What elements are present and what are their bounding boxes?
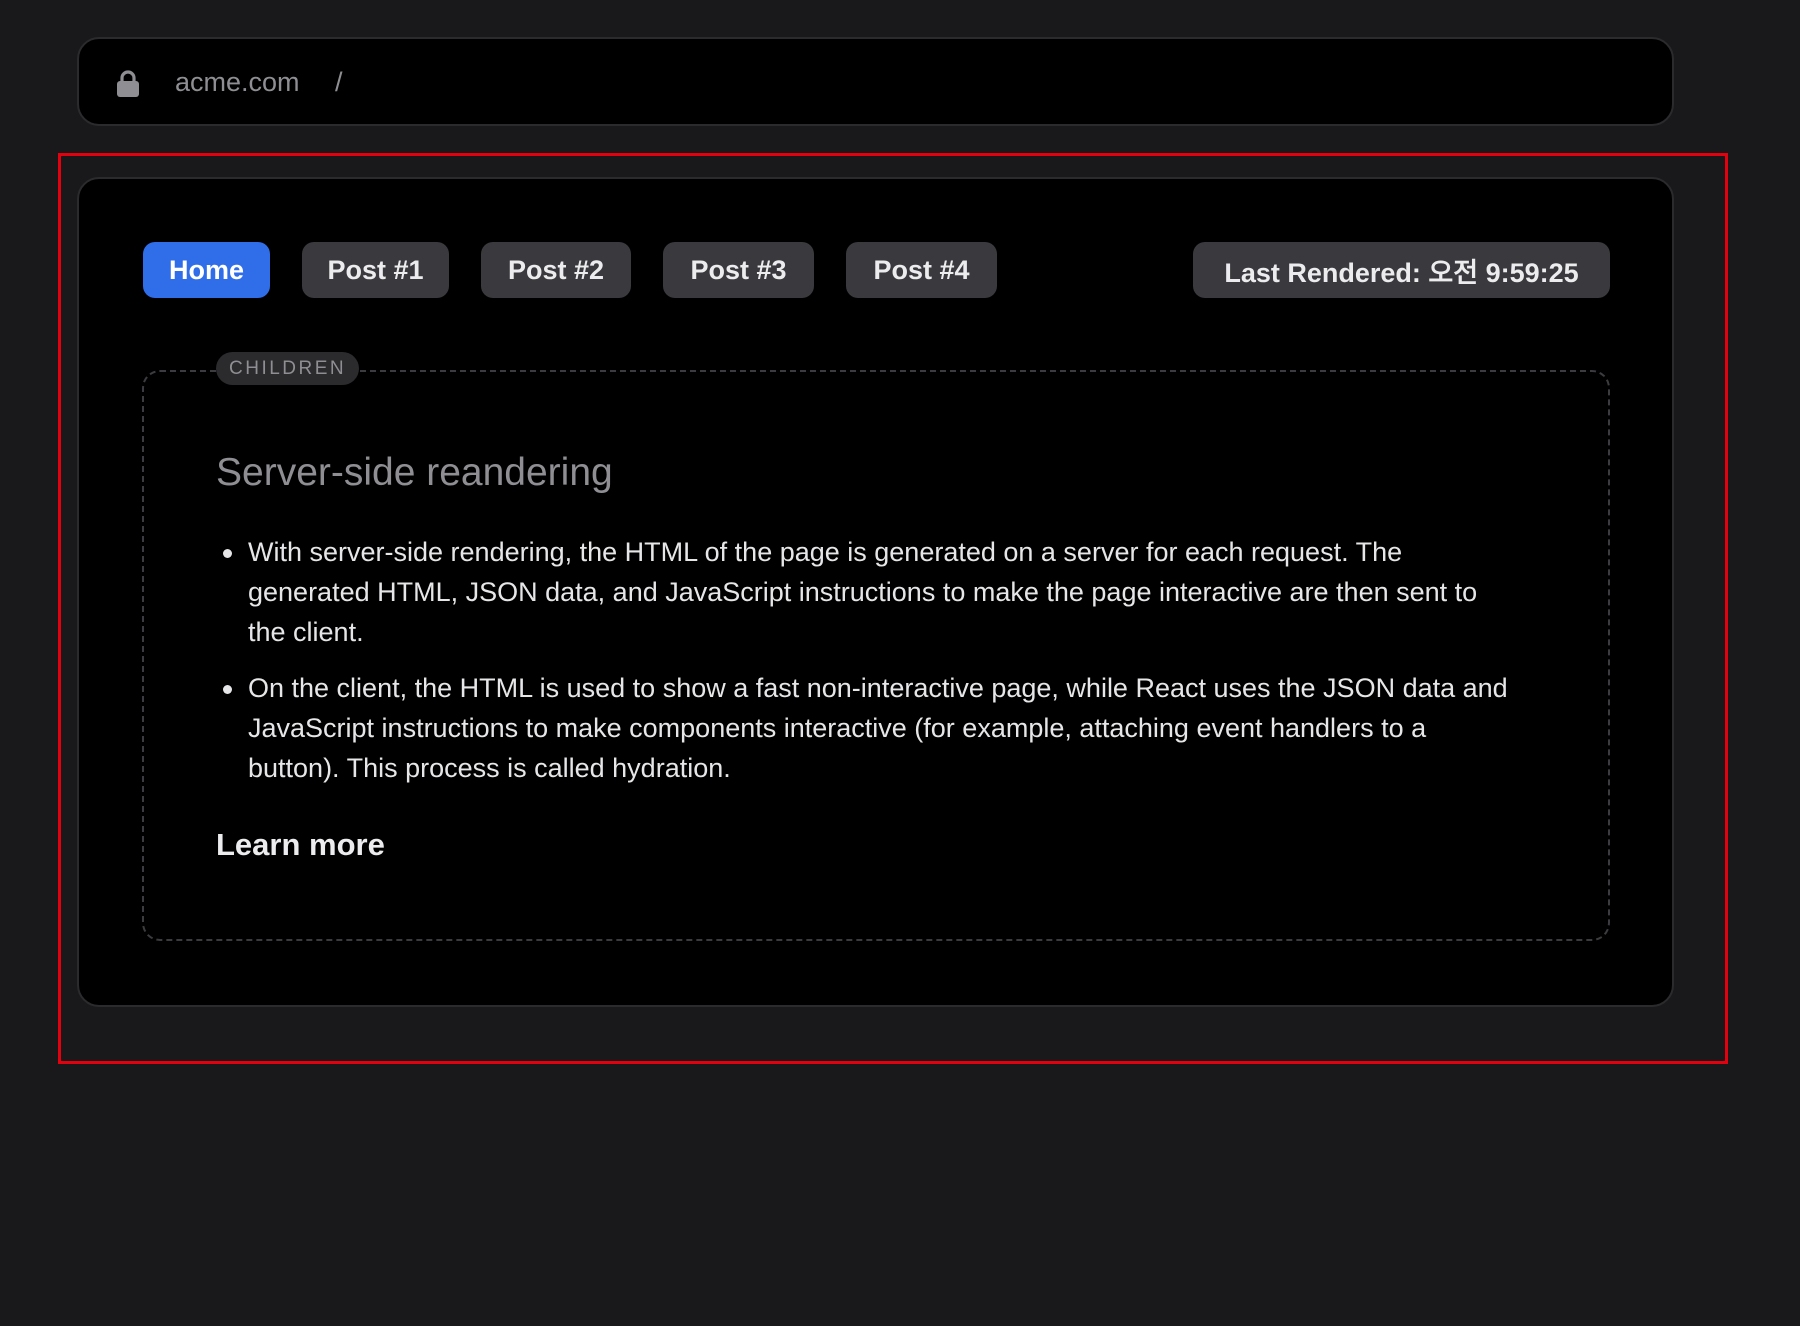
- nav-post-1-button[interactable]: Post #1: [302, 242, 449, 298]
- domain-text: acme.com: [175, 67, 300, 97]
- page-heading: Server-side reandering: [216, 451, 613, 494]
- nav-home-button[interactable]: Home: [143, 242, 270, 298]
- nav-post-2-button[interactable]: Post #2: [481, 242, 631, 298]
- lock-icon: [115, 70, 141, 98]
- list-item-text: With server-side rendering, the HTML of …: [248, 537, 1478, 647]
- list-item: On the client, the HTML is used to show …: [216, 668, 1516, 788]
- path-separator: /: [335, 67, 343, 97]
- list-item-text: On the client, the HTML is used to show …: [248, 673, 1508, 783]
- bullet-list: With server-side rendering, the HTML of …: [216, 532, 1516, 804]
- nav-post-4-button[interactable]: Post #4: [846, 242, 997, 298]
- last-rendered-badge: Last Rendered: 오전 9:59:25: [1193, 242, 1610, 298]
- learn-more-link[interactable]: Learn more: [216, 825, 385, 865]
- bullet-dot-icon: [223, 685, 232, 694]
- list-item: With server-side rendering, the HTML of …: [216, 532, 1516, 652]
- children-tag: CHILDREN: [216, 352, 360, 385]
- address-bar[interactable]: acme.com /: [77, 37, 1674, 126]
- bullet-dot-icon: [223, 549, 232, 558]
- nav-post-3-button[interactable]: Post #3: [663, 242, 814, 298]
